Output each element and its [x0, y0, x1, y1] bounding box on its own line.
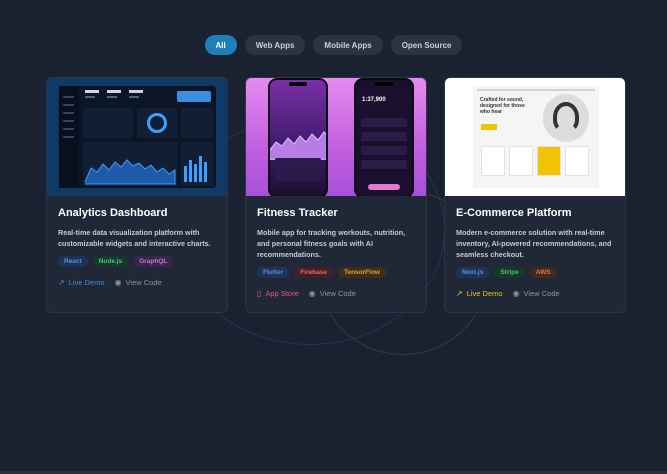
- phone-icon: ▯: [257, 289, 262, 298]
- filter-all[interactable]: All: [204, 35, 237, 55]
- tag-firebase: Firebase: [294, 267, 333, 278]
- mock-sidebar: [59, 86, 79, 188]
- project-grid: Analytics Dashboard Real-time data visua…: [46, 77, 626, 313]
- view-code-link[interactable]: ◉ View Code: [309, 289, 356, 298]
- tag-graphql: GraphQL: [133, 256, 174, 267]
- fitness-metric: 1:37,900: [362, 97, 386, 103]
- project-description: Modern e-commerce solution with real-tim…: [456, 228, 612, 259]
- external-link-icon: ↗: [456, 289, 463, 298]
- project-card-fitness[interactable]: 1:37,900 Fitness Tracker Mobile app for …: [245, 77, 427, 313]
- project-card-analytics[interactable]: Analytics Dashboard Real-time data visua…: [46, 77, 228, 313]
- project-title: E-Commerce Platform: [456, 207, 572, 219]
- external-link-icon: ↗: [58, 278, 65, 287]
- phone-mockup: 1:37,900: [354, 78, 414, 196]
- ecommerce-mockup: Crafted for sound, designed for those wh…: [473, 86, 599, 188]
- live-demo-link[interactable]: ↗ Live Demo: [58, 278, 105, 287]
- project-links: ↗ Live Demo ◉ View Code: [58, 278, 216, 287]
- project-card-ecommerce[interactable]: Crafted for sound, designed for those wh…: [444, 77, 626, 313]
- view-code-link[interactable]: ◉ View Code: [513, 289, 560, 298]
- project-links: ▯ App Store ◉ View Code: [257, 289, 415, 298]
- tag-list: Next.js Stripe AWS: [456, 267, 614, 278]
- tag-list: Flutter Firebase TensorFlow: [257, 267, 415, 278]
- project-title: Analytics Dashboard: [58, 207, 168, 219]
- filter-bar: All Web Apps Mobile Apps Open Source: [0, 35, 667, 55]
- filter-mobile-apps[interactable]: Mobile Apps: [313, 35, 383, 55]
- mock-button: [177, 91, 211, 102]
- project-thumbnail: Crafted for sound, designed for those wh…: [445, 78, 625, 196]
- tag-stripe: Stripe: [494, 267, 525, 278]
- tag-react: React: [58, 256, 88, 267]
- project-thumbnail: [47, 78, 227, 196]
- mock-cta: [481, 124, 497, 130]
- tag-nodejs: Node.js: [92, 256, 129, 267]
- phone-mockup: [268, 78, 328, 196]
- live-demo-link[interactable]: ↗ Live Demo: [456, 289, 503, 298]
- project-title: Fitness Tracker: [257, 207, 338, 219]
- dashboard-mockup: [59, 86, 216, 188]
- tag-list: React Node.js GraphQL: [58, 256, 216, 267]
- tag-aws: AWS: [529, 267, 557, 278]
- project-links: ↗ Live Demo ◉ View Code: [456, 289, 614, 298]
- tag-flutter: Flutter: [257, 267, 290, 278]
- project-description: Real-time data visualization platform wi…: [58, 228, 211, 248]
- project-thumbnail: 1:37,900: [246, 78, 426, 196]
- shop-headline: Crafted for sound, designed for those wh…: [480, 97, 525, 115]
- view-code-link[interactable]: ◉ View Code: [115, 278, 162, 287]
- project-description: Mobile app for tracking workouts, nutrit…: [257, 228, 406, 259]
- filter-web-apps[interactable]: Web Apps: [244, 35, 306, 55]
- app-store-link[interactable]: ▯ App Store: [257, 289, 299, 298]
- tag-tensorflow: TensorFlow: [337, 267, 386, 278]
- tag-nextjs: Next.js: [456, 267, 490, 278]
- github-icon: ◉: [114, 278, 122, 287]
- github-icon: ◉: [308, 289, 316, 298]
- filter-open-source[interactable]: Open Source: [390, 35, 463, 55]
- github-icon: ◉: [512, 289, 520, 298]
